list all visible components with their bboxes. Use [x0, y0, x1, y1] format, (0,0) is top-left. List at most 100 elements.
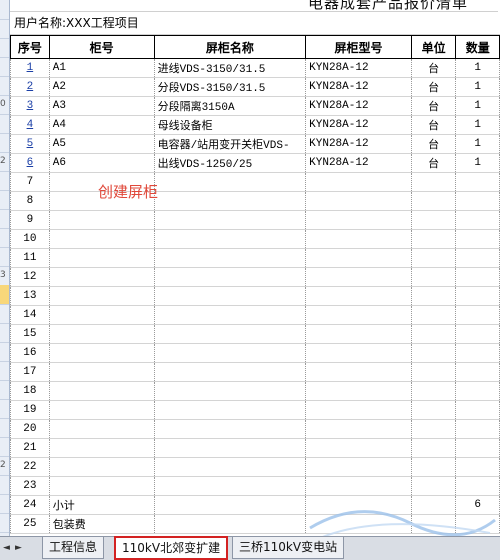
row-cabinet-model[interactable]: KYN28A-12 — [305, 115, 412, 135]
row-cabinet-name[interactable]: 分段VDS-3150/31.5 — [153, 77, 307, 97]
packaging-serial[interactable]: 25 — [10, 514, 50, 534]
empty-cell[interactable] — [48, 229, 155, 249]
sheet-tab-sanqiao[interactable]: 三桥110kV变电站 — [232, 537, 345, 559]
row-cabinet-no[interactable]: A4 — [48, 115, 155, 135]
empty-cell[interactable] — [153, 400, 307, 420]
row-cabinet-name[interactable]: 母线设备柜 — [153, 115, 307, 135]
empty-cell[interactable] — [153, 381, 307, 401]
row-cabinet-name[interactable]: 电容器/站用变开关柜VDS- — [153, 134, 307, 154]
header-quantity[interactable]: 数量 — [455, 35, 500, 59]
empty-cell[interactable] — [305, 191, 412, 211]
empty-cell[interactable] — [455, 343, 500, 363]
row-header[interactable] — [0, 228, 9, 248]
empty-cell[interactable] — [410, 476, 457, 496]
row-serial[interactable]: 22 — [10, 457, 50, 477]
empty-cell[interactable] — [305, 248, 412, 268]
empty-cell[interactable] — [305, 438, 412, 458]
row-unit[interactable]: 台 — [410, 96, 457, 116]
row-header[interactable] — [0, 247, 9, 267]
row-header[interactable] — [0, 418, 9, 438]
row-cabinet-name[interactable]: 进线VDS-3150/31.5 — [153, 58, 307, 78]
row-header[interactable] — [0, 304, 9, 324]
empty-cell[interactable] — [455, 324, 500, 344]
empty-cell[interactable] — [153, 514, 307, 534]
empty-cell[interactable] — [48, 305, 155, 325]
empty-cell[interactable] — [455, 400, 500, 420]
subtotal-quantity[interactable]: 6 — [455, 495, 500, 515]
row-cabinet-model[interactable]: KYN28A-12 — [305, 153, 412, 173]
row-cabinet-no[interactable]: A5 — [48, 134, 155, 154]
empty-cell[interactable] — [305, 495, 412, 515]
empty-cell[interactable] — [153, 286, 307, 306]
row-serial[interactable]: 23 — [10, 476, 50, 496]
empty-cell[interactable] — [410, 343, 457, 363]
empty-cell[interactable] — [410, 495, 457, 515]
row-header[interactable] — [0, 171, 9, 191]
row-serial-link[interactable]: 5 — [10, 134, 50, 154]
row-header[interactable] — [0, 285, 9, 305]
row-cabinet-name[interactable]: 分段隔离3150A — [153, 96, 307, 116]
empty-cell[interactable] — [48, 324, 155, 344]
empty-cell[interactable] — [153, 419, 307, 439]
empty-cell[interactable] — [153, 172, 307, 192]
row-header[interactable] — [0, 399, 9, 419]
row-header[interactable] — [0, 209, 9, 229]
empty-cell[interactable] — [305, 514, 412, 534]
empty-cell[interactable] — [48, 400, 155, 420]
row-cabinet-no[interactable]: A2 — [48, 77, 155, 97]
row-serial-link[interactable]: 6 — [10, 153, 50, 173]
empty-cell[interactable] — [410, 400, 457, 420]
empty-cell[interactable] — [305, 210, 412, 230]
row-header[interactable] — [0, 437, 9, 457]
row-header[interactable] — [0, 323, 9, 343]
empty-cell[interactable] — [455, 191, 500, 211]
empty-cell[interactable] — [410, 438, 457, 458]
row-header[interactable] — [0, 513, 9, 533]
row-header[interactable]: 0 — [0, 95, 9, 115]
empty-cell[interactable] — [455, 172, 500, 192]
row-quantity[interactable]: 1 — [455, 77, 500, 97]
row-serial[interactable]: 10 — [10, 229, 50, 249]
empty-cell[interactable] — [48, 267, 155, 287]
empty-cell[interactable] — [410, 362, 457, 382]
empty-cell[interactable] — [305, 286, 412, 306]
row-serial[interactable]: 18 — [10, 381, 50, 401]
empty-cell[interactable] — [455, 419, 500, 439]
row-serial[interactable]: 21 — [10, 438, 50, 458]
row-serial[interactable]: 9 — [10, 210, 50, 230]
row-unit[interactable]: 台 — [410, 115, 457, 135]
row-serial[interactable]: 13 — [10, 286, 50, 306]
row-header[interactable] — [0, 76, 9, 96]
empty-cell[interactable] — [305, 457, 412, 477]
row-serial-link[interactable]: 1 — [10, 58, 50, 78]
row-header[interactable] — [0, 361, 9, 381]
header-cabinet-no[interactable]: 柜号 — [48, 35, 155, 59]
row-cabinet-no[interactable]: A1 — [48, 58, 155, 78]
row-unit[interactable]: 台 — [410, 58, 457, 78]
row-serial[interactable]: 8 — [10, 191, 50, 211]
empty-cell[interactable] — [48, 476, 155, 496]
row-cabinet-model[interactable]: KYN28A-12 — [305, 96, 412, 116]
row-header[interactable] — [0, 380, 9, 400]
empty-cell[interactable] — [153, 305, 307, 325]
empty-cell[interactable] — [455, 267, 500, 287]
row-serial[interactable]: 19 — [10, 400, 50, 420]
empty-cell[interactable] — [305, 172, 412, 192]
empty-cell[interactable] — [48, 419, 155, 439]
row-cabinet-model[interactable]: KYN28A-12 — [305, 58, 412, 78]
empty-cell[interactable] — [305, 400, 412, 420]
row-header[interactable] — [0, 57, 9, 77]
tab-scroll-left-icon[interactable]: ◄ — [2, 542, 11, 554]
empty-cell[interactable] — [153, 495, 307, 515]
header-cabinet-name[interactable]: 屏柜名称 — [153, 35, 307, 59]
row-header[interactable] — [0, 114, 9, 134]
empty-cell[interactable] — [410, 210, 457, 230]
empty-cell[interactable] — [153, 324, 307, 344]
empty-cell[interactable] — [153, 457, 307, 477]
row-cabinet-model[interactable]: KYN28A-12 — [305, 134, 412, 154]
empty-cell[interactable] — [410, 305, 457, 325]
empty-cell[interactable] — [455, 362, 500, 382]
empty-cell[interactable] — [153, 267, 307, 287]
empty-cell[interactable] — [48, 286, 155, 306]
row-quantity[interactable]: 1 — [455, 115, 500, 135]
